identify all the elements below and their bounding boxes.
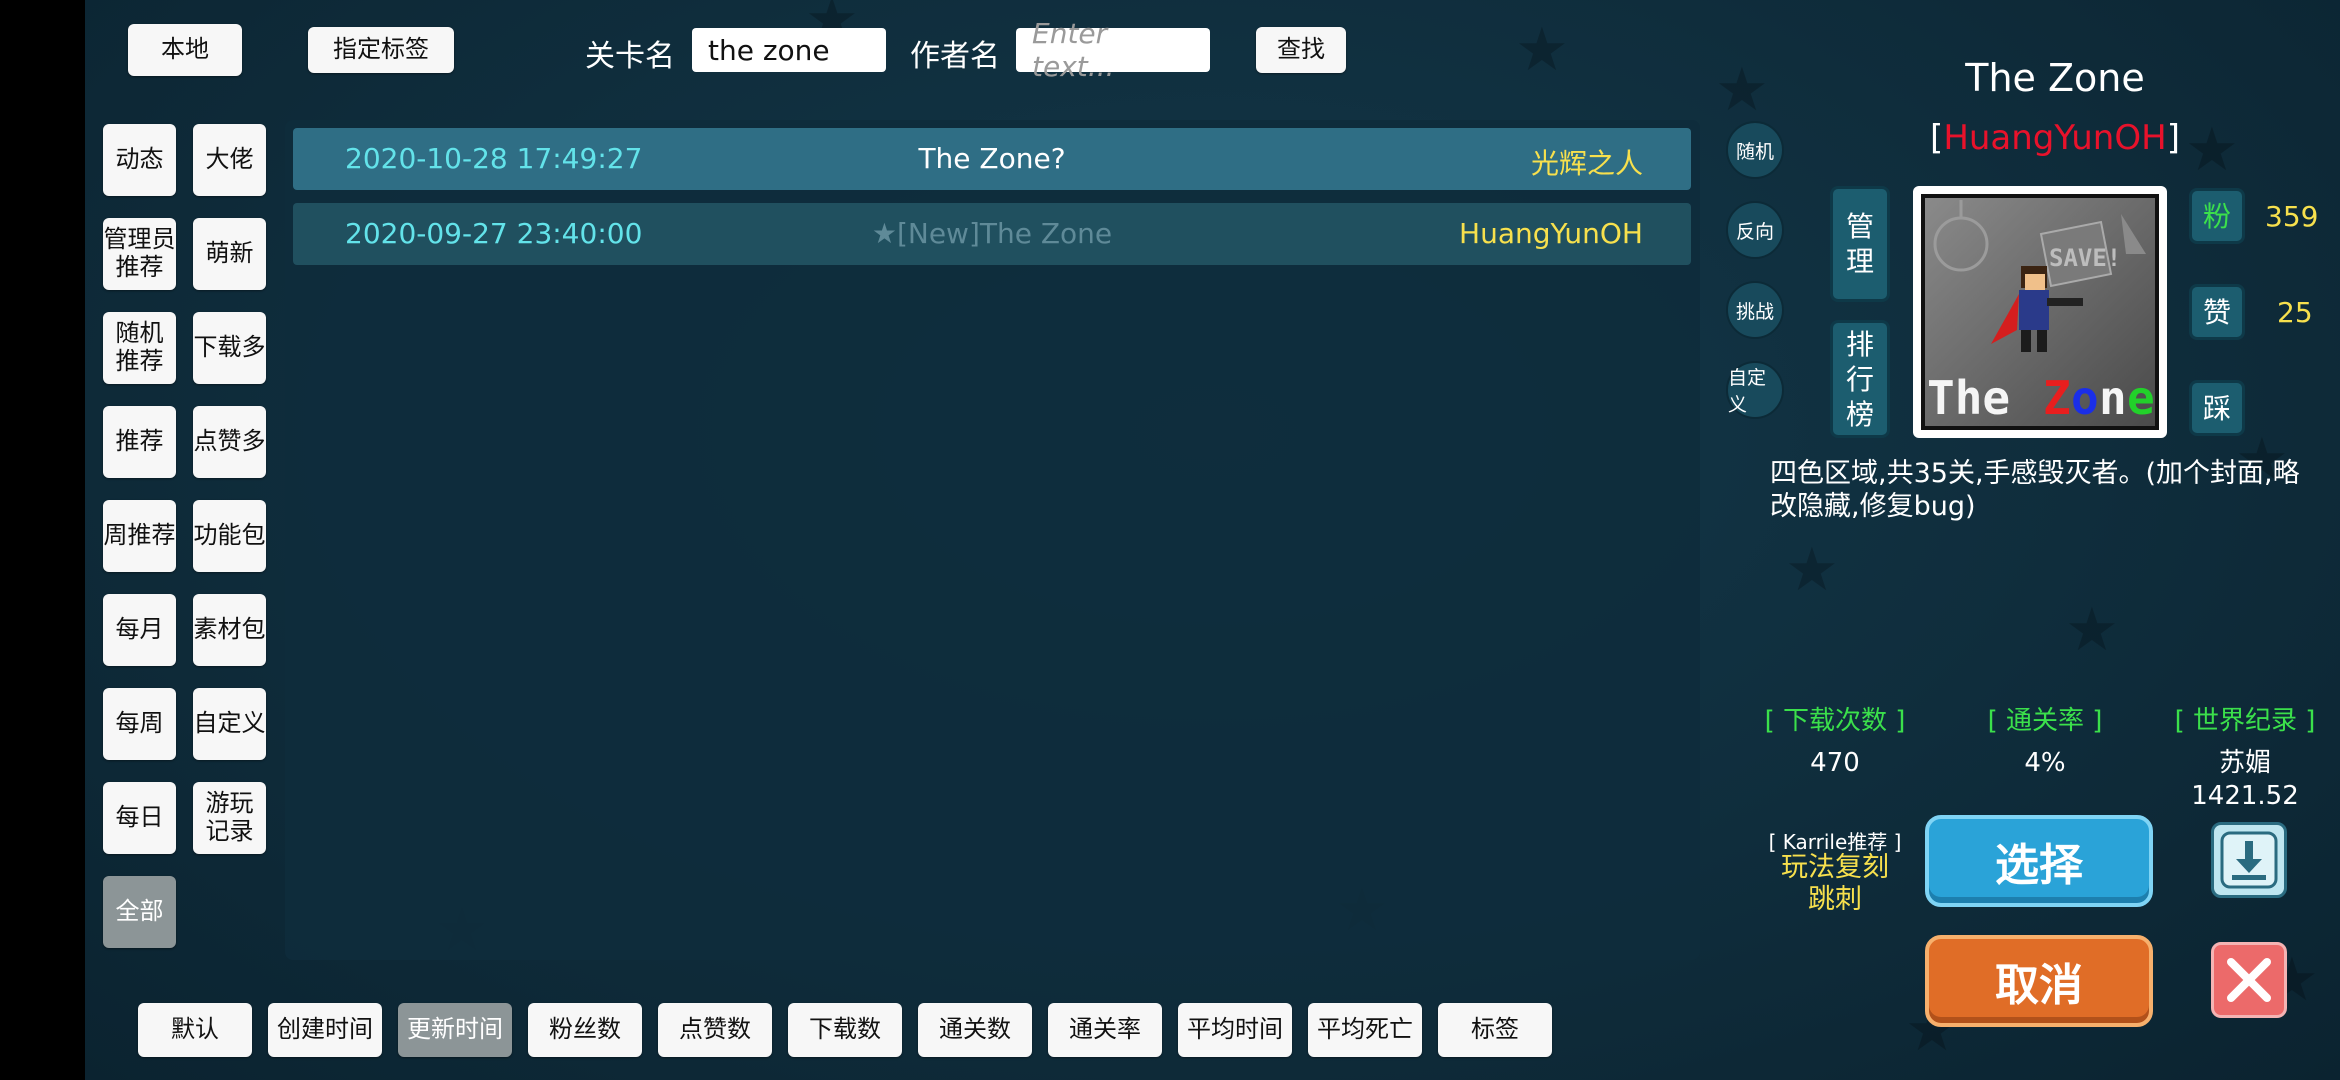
- sort-option[interactable]: 通关率: [1048, 1003, 1162, 1057]
- sort-option[interactable]: 粉丝数: [528, 1003, 642, 1057]
- level-author: HuangYunOH: [1459, 217, 1643, 250]
- local-button[interactable]: 本地: [128, 24, 242, 76]
- sidebar-item[interactable]: 素材包: [193, 594, 266, 666]
- level-description: 四色区域,共35关,手感毁灭者。(加个封面,略改隐藏,修复bug): [1770, 458, 2300, 522]
- sidebar-item[interactable]: 每月: [103, 594, 176, 666]
- author-name-input[interactable]: Enter text...: [1016, 17, 1210, 83]
- sort-option[interactable]: 下载数: [788, 1003, 902, 1057]
- cancel-button[interactable]: 取消: [1925, 935, 2153, 1027]
- star-decoration: ★: [2065, 595, 2119, 665]
- sidebar-item[interactable]: 每周: [103, 688, 176, 760]
- level-row[interactable]: 2020-09-27 23:40:00 ★[New]The Zone Huang…: [293, 203, 1691, 265]
- leaderboard-button[interactable]: 排 行 榜: [1830, 320, 1890, 438]
- sidebar-item[interactable]: 动态: [103, 124, 176, 196]
- star-decoration: ★: [1785, 535, 1839, 605]
- level-thumbnail[interactable]: SAVE! The Zone: [1913, 186, 2167, 438]
- custom-button[interactable]: 自定义: [1726, 361, 1784, 419]
- sidebar-item[interactable]: 每日: [103, 782, 176, 854]
- sidebar-item[interactable]: 功能包: [193, 500, 266, 572]
- sidebar-item[interactable]: 自定义: [193, 688, 266, 760]
- close-button[interactable]: [2211, 942, 2287, 1018]
- sidebar-item[interactable]: 全部: [103, 876, 176, 948]
- thumbnail-letter: Z: [2043, 371, 2071, 425]
- level-author: 光辉之人: [1530, 147, 1643, 180]
- sidebar-item[interactable]: 推荐: [103, 406, 176, 478]
- recommend-label: [ Karrile推荐 ]: [1768, 830, 1902, 854]
- level-detail-author[interactable]: [HuangYunOH]: [1805, 118, 2305, 158]
- download-button[interactable]: [2211, 822, 2287, 898]
- select-button[interactable]: 选择: [1925, 815, 2153, 907]
- downloads-value: 470: [1810, 748, 1860, 778]
- sidebar-item[interactable]: 萌新: [193, 218, 266, 290]
- challenge-button[interactable]: 挑战: [1726, 281, 1784, 339]
- sort-option[interactable]: 默认: [138, 1003, 252, 1057]
- recommend-tags: 玩法复刻 跳刺: [1781, 852, 1889, 916]
- bracket-open: [: [1930, 118, 1944, 158]
- sidebar-item[interactable]: 随机 推荐: [103, 312, 176, 384]
- sort-option[interactable]: 平均时间: [1178, 1003, 1292, 1057]
- star-decoration: ★: [1715, 55, 1769, 125]
- sidebar-item[interactable]: 游玩 记录: [193, 782, 266, 854]
- thumbnail-sign: SAVE!: [2049, 244, 2121, 272]
- thumbnail-letter: e: [2127, 371, 2155, 425]
- bracket-close: ]: [2166, 118, 2180, 158]
- sort-option[interactable]: 平均死亡: [1308, 1003, 1422, 1057]
- sort-option[interactable]: 点赞数: [658, 1003, 772, 1057]
- sort-option[interactable]: 更新时间: [398, 1003, 512, 1057]
- sidebar-item[interactable]: 周推荐: [103, 500, 176, 572]
- sidebar-item[interactable]: 大佬: [193, 124, 266, 196]
- thumbnail-letter: o: [2071, 371, 2099, 425]
- sidebar-item[interactable]: 下载多: [193, 312, 266, 384]
- reverse-button[interactable]: 反向: [1726, 201, 1784, 259]
- fans-count: 359: [2265, 200, 2319, 233]
- downloads-header: [ 下载次数 ]: [1764, 706, 1906, 736]
- level-name-input[interactable]: the zone: [692, 28, 886, 72]
- game-screen: ★ ★ ★ ★ ★ ★ ★ ★ ★ ★ ★ ★ 本地 指定标签 关卡名 the …: [85, 0, 2340, 1080]
- sidebar-item[interactable]: 点赞多: [193, 406, 266, 478]
- clear-rate-header: [ 通关率 ]: [1987, 706, 2103, 736]
- thumbnail-word: The: [1927, 371, 2010, 425]
- tag-filter-button[interactable]: 指定标签: [308, 27, 454, 73]
- sidebar-item[interactable]: 管理员 推荐: [103, 218, 176, 290]
- level-title: The Zone?: [918, 142, 1066, 175]
- level-detail-title: The Zone: [1965, 56, 2145, 100]
- thumbnail-letter: n: [2099, 371, 2127, 425]
- dislike-button[interactable]: 踩: [2189, 380, 2245, 436]
- level-name-label: 关卡名: [585, 39, 675, 74]
- sort-option[interactable]: 创建时间: [268, 1003, 382, 1057]
- close-icon: [2227, 958, 2271, 1002]
- star-decoration: ★: [1515, 15, 1569, 85]
- clear-rate-value: 4%: [2024, 748, 2066, 778]
- download-icon: [2220, 831, 2278, 889]
- manage-button[interactable]: 管 理: [1830, 186, 1890, 302]
- thumbnail-image: SAVE! The Zone: [1921, 194, 2159, 430]
- like-button[interactable]: 赞: [2189, 284, 2245, 340]
- random-button[interactable]: 随机: [1726, 121, 1784, 179]
- author-name: HuangYunOH: [1943, 118, 2167, 158]
- level-list: 2020-10-28 17:49:27 The Zone? 光辉之人 2020-…: [285, 120, 1700, 960]
- sort-option[interactable]: 通关数: [918, 1003, 1032, 1057]
- world-record-header: [ 世界纪录 ]: [2174, 706, 2316, 736]
- sort-option[interactable]: 标签: [1438, 1003, 1552, 1057]
- thumbnail-letters: Zone: [2043, 371, 2155, 425]
- author-name-label: 作者名: [910, 39, 1000, 74]
- search-button[interactable]: 查找: [1256, 27, 1346, 73]
- likes-count: 25: [2277, 296, 2313, 329]
- world-record-value[interactable]: 苏媚 1421.52: [2160, 747, 2330, 812]
- fans-button[interactable]: 粉: [2189, 188, 2245, 244]
- level-row[interactable]: 2020-10-28 17:49:27 The Zone? 光辉之人: [293, 128, 1691, 190]
